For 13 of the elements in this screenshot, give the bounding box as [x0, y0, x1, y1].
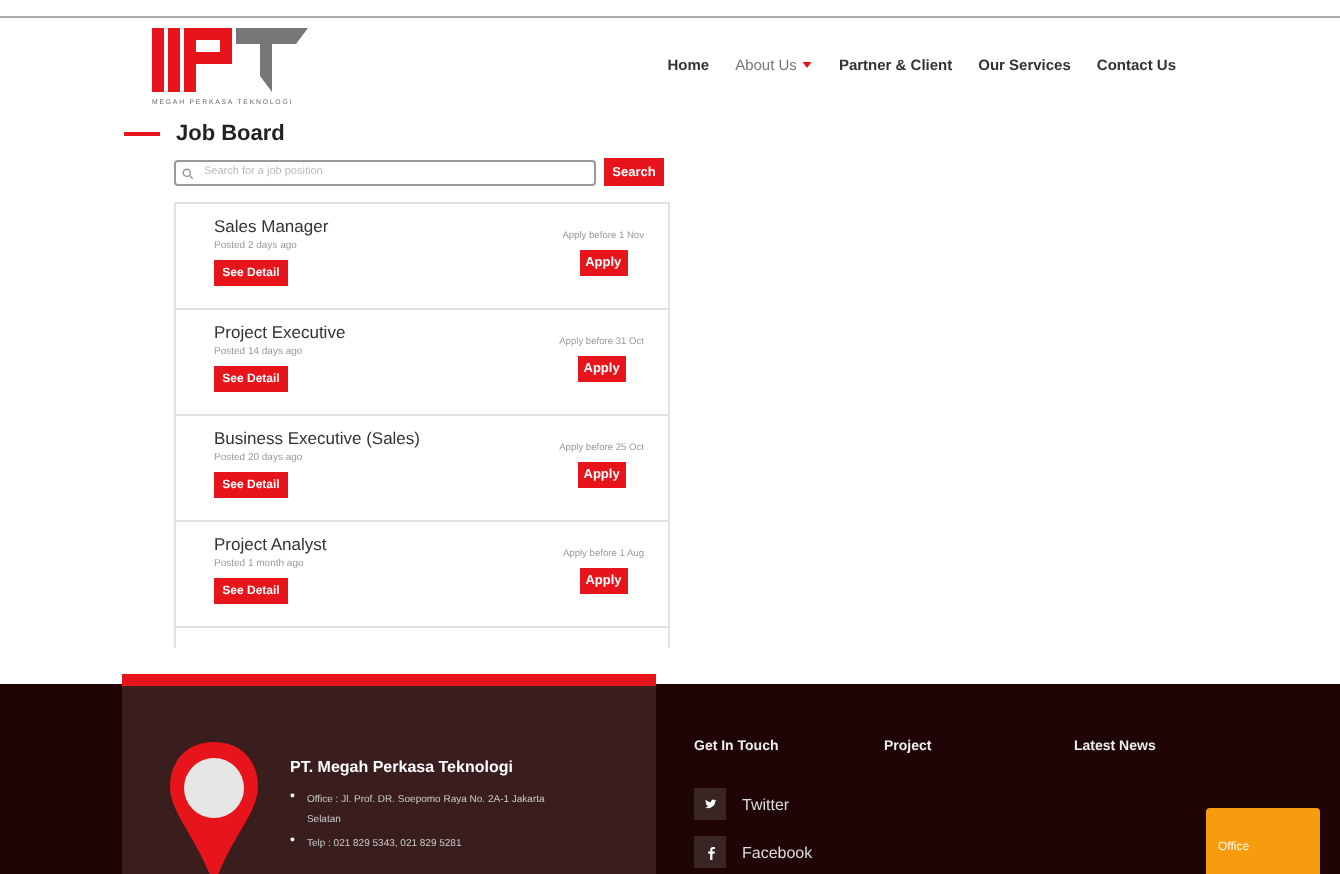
- logo-icon[interactable]: [152, 23, 312, 91]
- letter-f-icon: [694, 836, 726, 868]
- bird-icon: [694, 788, 726, 820]
- job-title: Project Analyst: [214, 534, 327, 554]
- job-title: Sales Manager: [214, 216, 329, 236]
- company-name: PT. Megah Perkasa Teknologi: [290, 758, 515, 776]
- job-title: Project Executive: [214, 322, 346, 342]
- job-title: Business Executive (Sales): [214, 428, 420, 448]
- caret-icon: [802, 61, 813, 67]
- search-icon: [182, 167, 194, 179]
- page-title: Job Board: [176, 122, 285, 146]
- social-link[interactable]: Facebook: [694, 836, 813, 868]
- social-link[interactable]: Twitter: [694, 788, 790, 820]
